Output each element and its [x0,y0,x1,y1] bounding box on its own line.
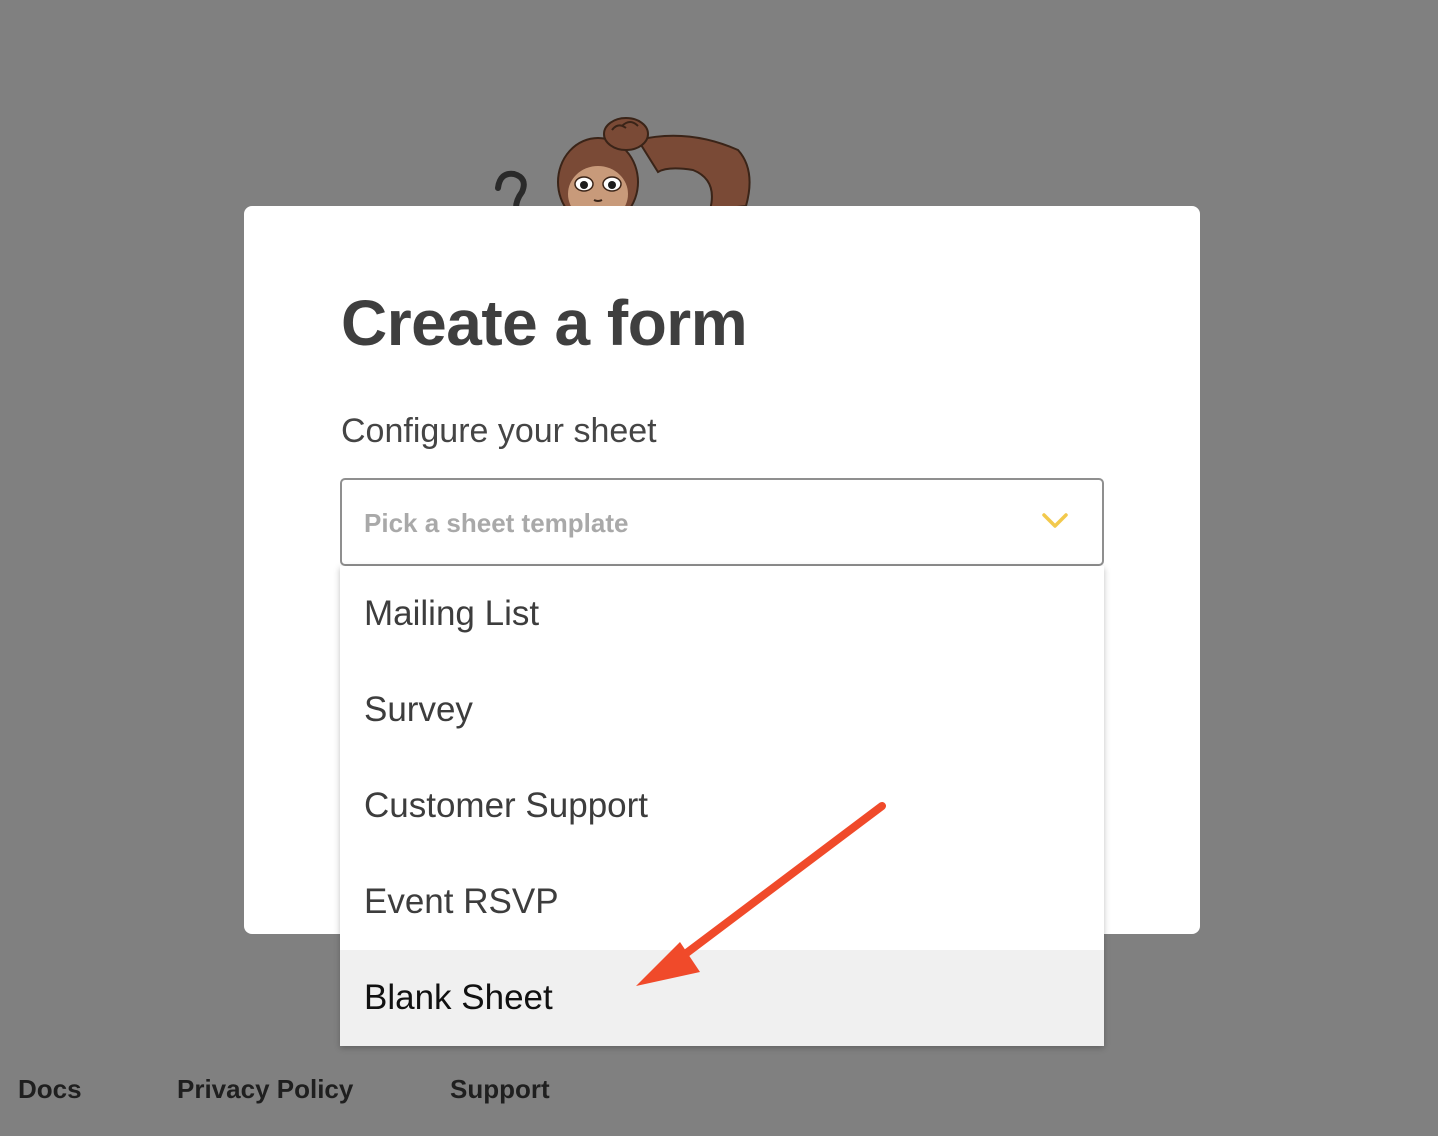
monkey-mascot-illustration [495,117,751,220]
modal-title: Create a form [341,287,748,359]
footer-link-docs[interactable]: Docs [18,1074,82,1105]
annotation-arrow-icon [636,802,886,986]
sheet-template-select[interactable]: Pick a sheet template [340,478,1104,566]
select-placeholder: Pick a sheet template [364,508,629,538]
option-mailing-list[interactable]: Mailing List [340,566,1104,662]
footer-link-privacy-policy[interactable]: Privacy Policy [177,1074,353,1105]
footer-link-support[interactable]: Support [450,1074,550,1105]
chevron-down-icon [1042,513,1068,528]
option-survey[interactable]: Survey [340,662,1104,758]
modal-subtitle: Configure your sheet [341,412,657,450]
